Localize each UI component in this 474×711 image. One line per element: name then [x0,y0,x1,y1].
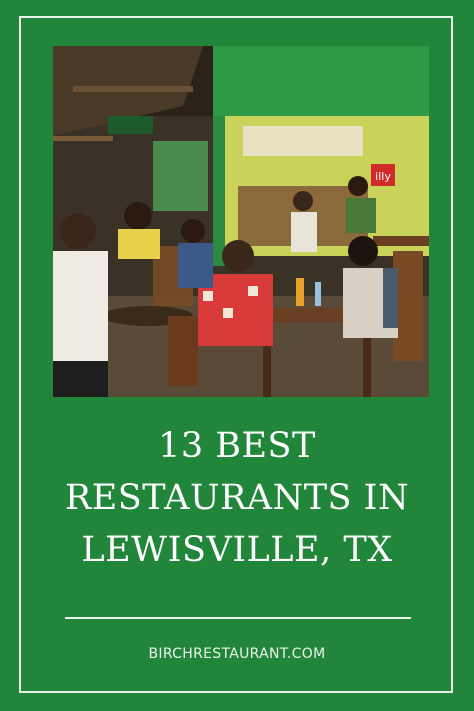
illy-sign: illy [375,170,391,183]
headline: 13 BEST RESTAURANTS IN LEWISVILLE, TX [40,420,434,576]
pin-card: illy 13 BEST RESTAURANTS IN LEWISVILLE, … [0,0,474,711]
headline-line-3: LEWISVILLE, TX [81,530,393,570]
divider [65,617,411,619]
site-link[interactable]: BIRCHRESTAURANT.COM [0,646,474,662]
headline-line-2: RESTAURANTS IN [64,478,410,518]
restaurant-photo: illy [53,46,429,397]
headline-line-1: 13 BEST [158,426,316,466]
